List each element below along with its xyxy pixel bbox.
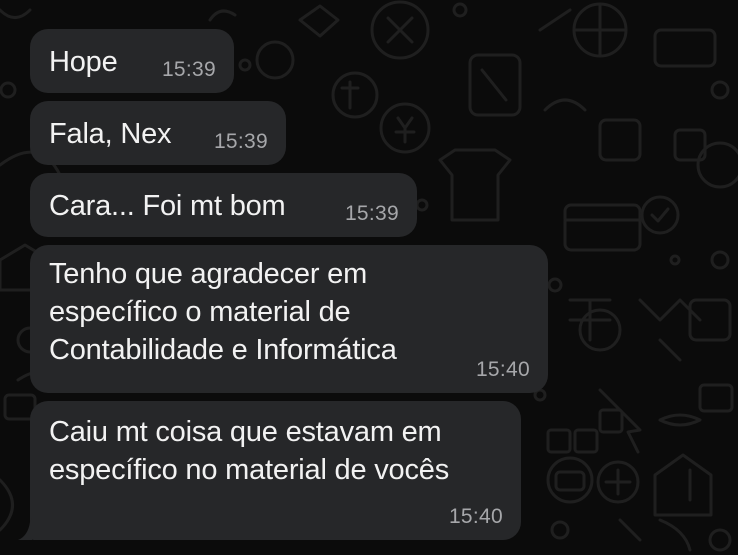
message-text: Caiu mt coisa que estavam em específico … bbox=[49, 416, 450, 486]
message-bubble[interactable]: Cara... Foi mt bom 15:39 bbox=[30, 173, 417, 237]
message-timestamp: 15:40 bbox=[475, 358, 530, 381]
chat-view: Hope 15:39 Fala, Nex 15:39 Cara... Foi m… bbox=[0, 0, 738, 555]
message-text: Hope bbox=[49, 46, 118, 78]
message-timestamp: 15:40 bbox=[448, 505, 503, 528]
message-timestamp: 15:39 bbox=[344, 202, 399, 225]
message-bubble[interactable]: Caiu mt coisa que estavam em específico … bbox=[30, 401, 521, 540]
message-text: Cara... Foi mt bom bbox=[49, 190, 286, 222]
message-bubble[interactable]: Fala, Nex 15:39 bbox=[30, 101, 286, 165]
message-timestamp: 15:39 bbox=[213, 130, 268, 153]
message-bubble[interactable]: Tenho que agradecer em específico o mate… bbox=[30, 245, 548, 393]
message-text: Tenho que agradecer em específico o mate… bbox=[49, 258, 397, 366]
message-bubble[interactable]: Hope 15:39 bbox=[30, 29, 234, 93]
message-timestamp: 15:39 bbox=[161, 58, 216, 81]
bubble-tail bbox=[18, 518, 32, 540]
message-text: Fala, Nex bbox=[49, 118, 172, 150]
